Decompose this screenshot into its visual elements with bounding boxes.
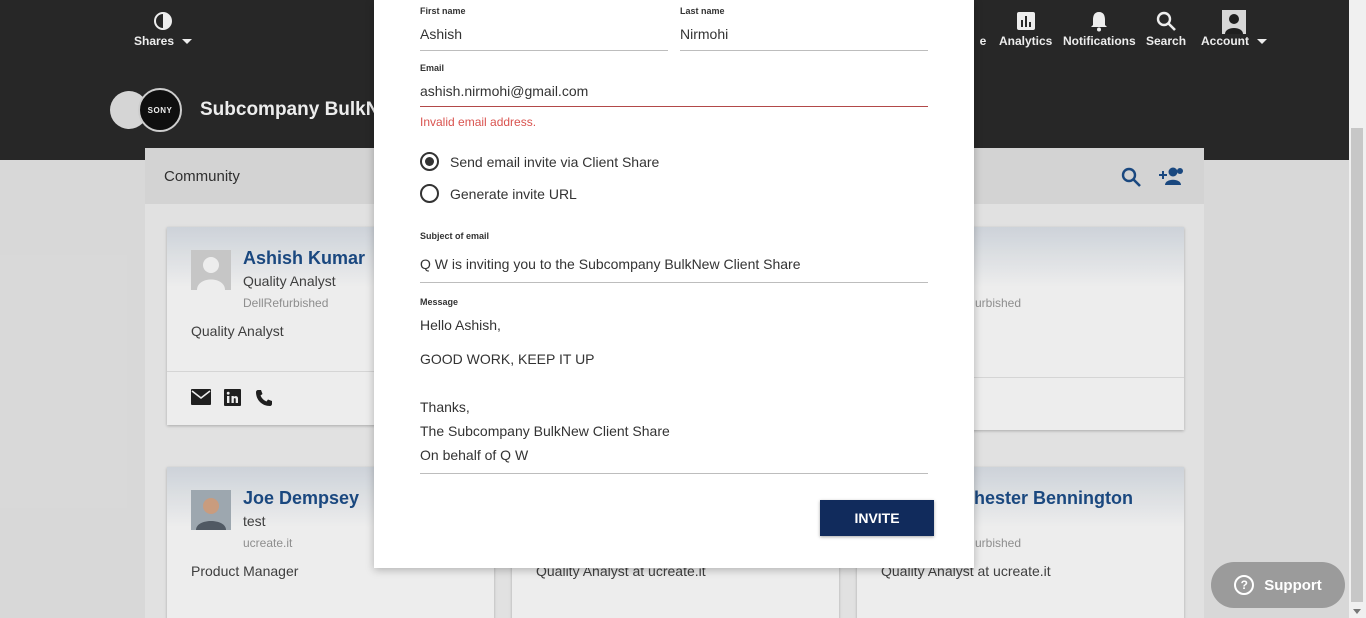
message-line[interactable]: Thanks, (420, 399, 470, 415)
email-label: Email (420, 63, 445, 73)
radio-checked[interactable] (420, 152, 439, 171)
radio-send-label: Send email invite via Client Share (450, 153, 660, 170)
help-icon: ? (1234, 575, 1255, 595)
scrollbar-thumb[interactable] (1351, 128, 1363, 602)
radio-generate-label: Generate invite URL (450, 185, 577, 202)
message-line[interactable]: Hello Ashish, (420, 317, 501, 333)
message-line[interactable]: GOOD WORK, KEEP IT UP (420, 351, 595, 367)
page-scrollbar[interactable] (1349, 0, 1366, 618)
email-field[interactable]: ashish.nirmohi@gmail.com (420, 83, 588, 99)
message-label: Message (420, 297, 459, 307)
subject-field[interactable]: Q W is inviting you to the Subcompany Bu… (420, 256, 801, 272)
support-button[interactable]: ? Support (1211, 562, 1345, 608)
first-name-label: First name (420, 6, 466, 16)
email-error: Invalid email address. (420, 115, 537, 129)
radio-unchecked[interactable] (420, 184, 439, 203)
last-name-field[interactable]: Nirmohi (680, 26, 728, 42)
message-line[interactable]: On behalf of Q W (420, 447, 528, 463)
message-line[interactable]: The Subcompany BulkNew Client Share (420, 423, 670, 439)
first-name-field[interactable]: Ashish (420, 26, 462, 42)
last-name-label: Last name (680, 6, 725, 16)
radio-send-invite[interactable]: Send email invite via Client Share (420, 152, 659, 171)
invite-modal: First name Ashish Last name Nirmohi Emai… (374, 0, 974, 568)
invite-button[interactable]: INVITE (820, 500, 934, 536)
scroll-down-arrow-icon[interactable] (1353, 609, 1361, 614)
support-label: Support (1264, 576, 1322, 594)
radio-generate-url[interactable]: Generate invite URL (420, 184, 577, 203)
subject-label: Subject of email (420, 231, 490, 241)
